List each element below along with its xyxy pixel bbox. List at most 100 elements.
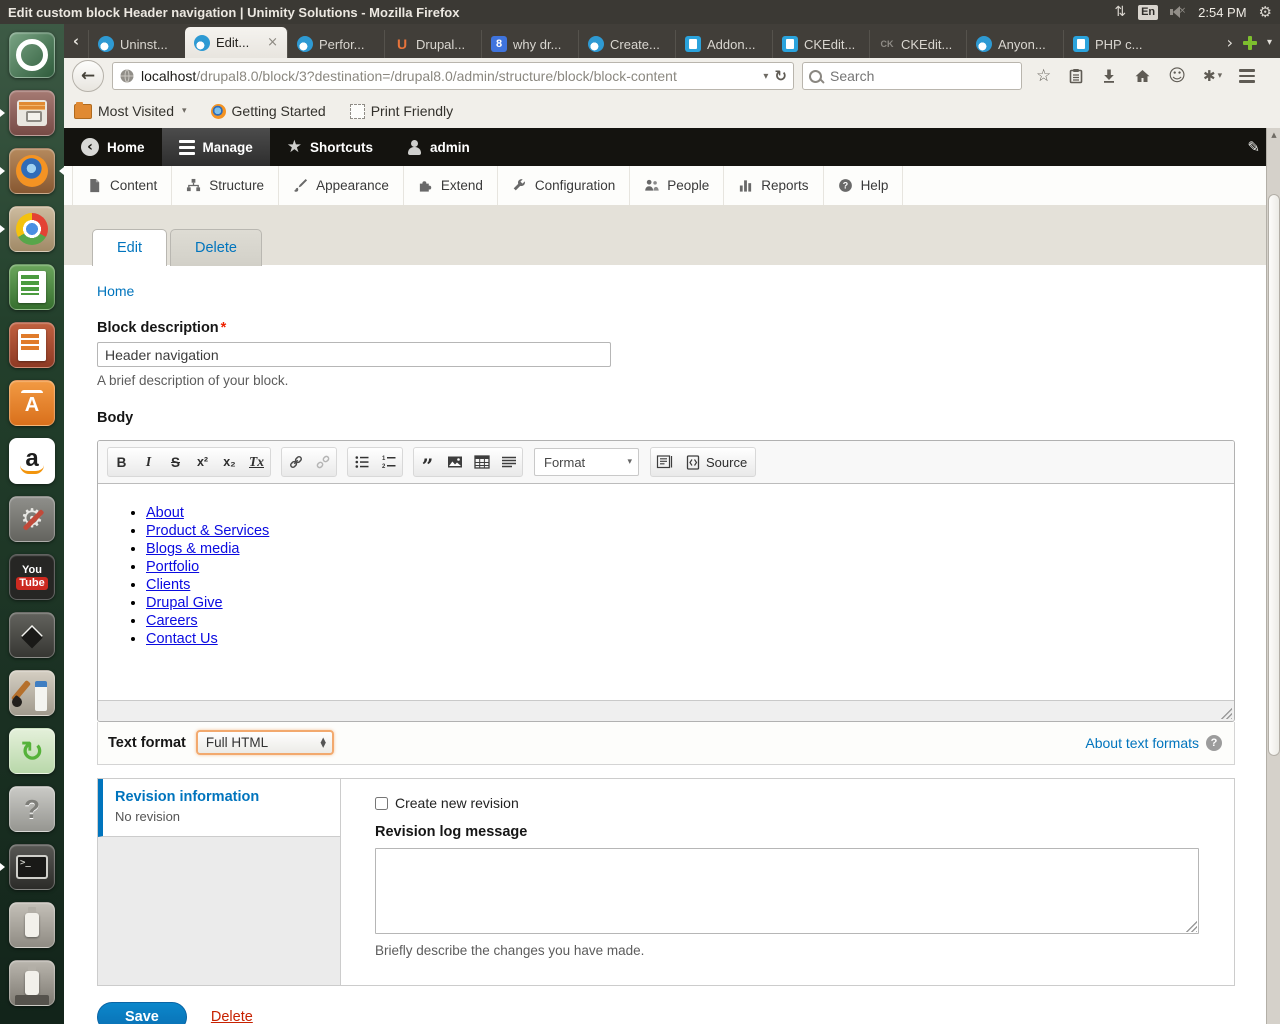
tab-edit[interactable]: Edit [92,229,167,266]
browser-tab[interactable]: 8why dr... [481,30,578,58]
browser-tab-active[interactable]: Edit...× [185,27,287,58]
tab-delete[interactable]: Delete [170,229,262,266]
toolbar-admin-user[interactable]: admin [390,128,487,166]
launcher-item-software-center[interactable]: A [0,379,64,427]
unlink-button[interactable] [309,448,336,476]
paragraph-format-select[interactable]: Format▾ [534,448,639,476]
ckeditor-content[interactable]: About Product & Services Blogs & media P… [98,484,1234,700]
menu-extend[interactable]: Extend [404,166,498,205]
block-description-input[interactable] [97,342,611,367]
tab-scroll-right-icon[interactable]: › [1227,33,1233,52]
tab-scroll-left-icon[interactable]: ‹ [66,27,86,55]
table-button[interactable] [468,448,495,476]
network-indicator-icon[interactable]: ⇅ [1114,4,1126,20]
back-button[interactable]: ← [72,60,104,92]
superscript-button[interactable]: x² [189,448,216,476]
create-new-revision-checkbox[interactable] [375,797,388,810]
browser-tab[interactable]: PHP c... [1063,30,1160,58]
about-text-formats-link[interactable]: About text formats [1085,735,1199,751]
session-gear-icon[interactable]: ⚙ [1259,3,1272,21]
launcher-item-inkscape[interactable]: ◆ [0,611,64,659]
link-button[interactable] [282,448,309,476]
horizontal-rule-button[interactable] [495,448,522,476]
launcher-item-amazon[interactable]: a [0,437,64,485]
launcher-item-libreoffice-calc[interactable] [0,263,64,311]
downloads-icon[interactable] [1101,68,1117,84]
scrollbar-thumb[interactable] [1268,194,1280,756]
subscript-button[interactable]: x₂ [216,448,243,476]
menu-help[interactable]: ?Help [824,166,904,205]
volume-muted-icon[interactable]: × [1170,6,1186,18]
clock[interactable]: 2:54 PM [1198,5,1246,20]
toolbar-manage[interactable]: Manage [162,128,270,166]
launcher-item-chrome[interactable] [0,205,64,253]
menu-structure[interactable]: Structure [172,166,279,205]
menu-appearance[interactable]: Appearance [279,166,404,205]
menu-people[interactable]: People [630,166,724,205]
text-format-select[interactable]: Full HTML▲▼ [196,730,334,755]
bookmark-print-friendly[interactable]: Print Friendly [350,103,453,119]
url-dropdown-icon[interactable]: ▾ [763,71,768,82]
launcher-item-terminal[interactable]: >_ [0,843,64,891]
bookmark-getting-started[interactable]: Getting Started [211,103,326,119]
launcher-item-file-manager[interactable] [0,89,64,137]
launcher-item-paint[interactable] [0,669,64,717]
launcher-item-system-settings[interactable]: ⚙ [0,495,64,543]
strikethrough-button[interactable]: S [162,448,189,476]
editor-link[interactable]: Careers [146,613,198,629]
new-tab-icon[interactable] [1243,36,1257,50]
home-icon[interactable] [1134,68,1151,84]
blockquote-button[interactable]: ” [414,448,441,476]
menu-hamburger-icon[interactable] [1239,69,1255,83]
editor-resize-grip[interactable] [1220,707,1232,719]
search-box[interactable] [802,62,1022,90]
browser-tab[interactable]: Perfor... [287,30,384,58]
launcher-item-libreoffice-impress[interactable] [0,321,64,369]
launcher-item-usb-eject[interactable] [0,959,64,1007]
contextual-edit-pencil-icon[interactable]: ✎ [1247,128,1266,166]
vertical-tab-revision[interactable]: Revision information No revision [98,779,340,837]
browser-tab[interactable]: UDrupal... [384,30,481,58]
breadcrumb-home-link[interactable]: Home [97,283,134,299]
bookmarks-panel-icon[interactable] [1068,68,1084,84]
search-input[interactable] [828,67,1015,85]
url-bar[interactable]: localhost/drupal8.0/block/3?destination=… [112,62,794,90]
browser-tab[interactable]: Anyon... [966,30,1063,58]
show-blocks-button[interactable] [651,448,678,476]
remove-format-button[interactable]: Tx [243,448,270,476]
revision-log-textarea[interactable] [375,848,1199,934]
browser-tab[interactable]: Addon... [675,30,772,58]
editor-link[interactable]: Product & Services [146,523,269,539]
launcher-item-usb[interactable] [0,901,64,949]
italic-button[interactable]: I [135,448,162,476]
help-question-icon[interactable]: ? [1206,735,1222,751]
scroll-up-icon[interactable]: ▲ [1267,131,1280,139]
menu-reports[interactable]: Reports [724,166,823,205]
launcher-item-firefox[interactable] [0,147,64,195]
page-scrollbar[interactable]: ▲ [1266,128,1280,1024]
delete-link[interactable]: Delete [211,1009,253,1024]
browser-tab[interactable]: Uninst... [88,30,185,58]
bookmark-star-icon[interactable]: ☆ [1036,66,1051,86]
tab-close-icon[interactable]: × [267,35,278,50]
browser-tab[interactable]: CKEdit... [772,30,869,58]
editor-link[interactable]: Portfolio [146,559,199,575]
editor-link[interactable]: Contact Us [146,631,218,647]
launcher-item-youtube[interactable]: YouTube [0,553,64,601]
toolbar-shortcuts[interactable]: ★Shortcuts [270,128,390,166]
tab-list-dropdown-icon[interactable]: ▾ [1267,37,1272,48]
save-button[interactable]: Save [97,1002,187,1024]
editor-link[interactable]: Drupal Give [146,595,223,611]
numbered-list-button[interactable]: 12 [375,448,402,476]
image-button[interactable] [441,448,468,476]
menu-content[interactable]: Content [72,166,172,205]
bulleted-list-button[interactable] [348,448,375,476]
addon-spider-icon[interactable]: ✱▾ [1203,67,1222,85]
toolbar-home[interactable]: ‹Home [64,128,162,166]
browser-tab[interactable]: CKCKEdit... [869,30,966,58]
launcher-item-help[interactable]: ? [0,785,64,833]
source-button[interactable]: Source [678,448,755,476]
editor-link[interactable]: Blogs & media [146,541,240,557]
keyboard-layout-indicator[interactable]: En [1138,5,1158,20]
bold-button[interactable]: B [108,448,135,476]
